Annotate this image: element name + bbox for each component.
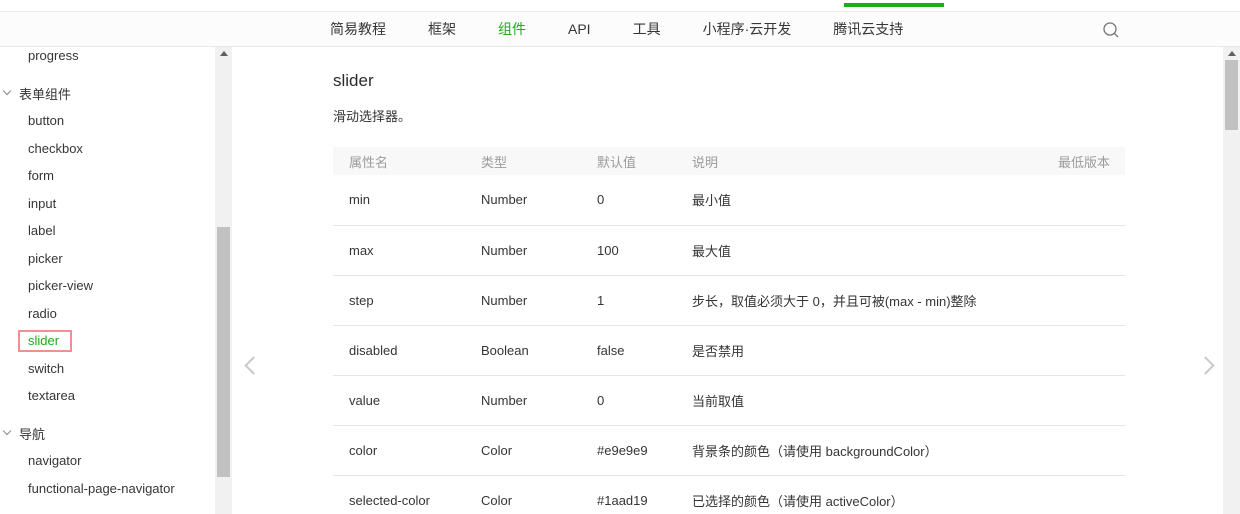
table-row: min Number 0 最小值 [333, 175, 1125, 226]
attr-version [1024, 325, 1125, 376]
app-window: 简易教程 框架 组件 API 工具 小程序·云开发 腾讯云支持 progress… [0, 0, 1240, 514]
progress-loading-bar [844, 3, 944, 7]
attr-version [1024, 475, 1125, 514]
attr-type: Color [465, 425, 581, 476]
sidebar-item-label[interactable]: label [0, 217, 215, 245]
attr-default: 0 [581, 375, 676, 426]
attr-name: max [333, 225, 465, 276]
attr-version [1024, 375, 1125, 426]
scroll-up-arrow-icon[interactable] [1227, 51, 1236, 56]
attr-type: Number [465, 275, 581, 326]
attr-name: value [333, 375, 465, 426]
sidebar-scrollbar-thumb[interactable] [217, 227, 230, 477]
chevron-down-icon [2, 87, 12, 96]
sidebar-item-picker-view[interactable]: picker-view [0, 272, 215, 300]
scroll-up-arrow-icon[interactable] [219, 51, 228, 56]
sidebar-item-input[interactable]: input [0, 190, 215, 218]
page-scrollbar-thumb[interactable] [1225, 60, 1238, 130]
attr-default: 1 [581, 275, 676, 326]
table-row: selected-color Color #1aad19 已选择的颜色（请使用 … [333, 475, 1125, 514]
attr-default: #1aad19 [597, 492, 648, 508]
page-title: slider [333, 71, 374, 90]
table-row: max Number 100 最大值 [333, 225, 1125, 276]
attr-type: Color [481, 492, 513, 508]
doc-content: slider 滑动选择器。 属性名 类型 默认值 说明 最低版本 min Num… [333, 47, 1125, 514]
nav-menu: 简易教程 框架 组件 API 工具 小程序·云开发 腾讯云支持 [330, 12, 903, 46]
nav-item-cloud[interactable]: 小程序·云开发 [703, 19, 792, 39]
sidebar-list: progress 表单组件 button checkbox form input… [0, 47, 215, 502]
nav-item-tools[interactable]: 工具 [633, 19, 661, 39]
attr-version [1024, 225, 1125, 276]
sidebar-item-textarea[interactable]: textarea [0, 382, 215, 410]
col-header-version: 最低版本 [1024, 147, 1125, 175]
next-page-arrow[interactable] [1196, 356, 1218, 376]
sidebar-item-functional-page-navigator[interactable]: functional-page-navigator [0, 475, 215, 503]
table-row: color Color #e9e9e9 背景条的颜色（请使用 backgroun… [333, 425, 1125, 476]
attr-version [1024, 425, 1125, 476]
browser-top-strip [0, 0, 1240, 11]
attr-name: color [333, 425, 465, 476]
col-header-desc: 说明 [676, 147, 1024, 175]
attr-type: Number [465, 375, 581, 426]
sidebar-scrollbar[interactable] [215, 47, 232, 514]
table-row: value Number 0 当前取值 [333, 375, 1125, 426]
attr-version [1024, 275, 1125, 326]
sidebar-item-progress[interactable]: progress [0, 47, 215, 70]
page-scrollbar[interactable] [1223, 47, 1240, 514]
attributes-table: 属性名 类型 默认值 说明 最低版本 min Number 0 最小值 max … [333, 147, 1125, 514]
col-header-name: 属性名 [333, 147, 465, 175]
attr-desc: 最大值 [676, 225, 1024, 276]
attr-name: selected-color [349, 492, 430, 508]
sidebar-item-checkbox[interactable]: checkbox [0, 135, 215, 163]
attr-type: Boolean [465, 325, 581, 376]
nav-item-framework[interactable]: 框架 [428, 19, 456, 39]
attr-desc: 是否禁用 [676, 325, 1024, 376]
sidebar-item-switch[interactable]: switch [0, 355, 215, 383]
sidebar-section-form-components[interactable]: 表单组件 [0, 80, 215, 108]
active-item-highlight-box: slider [18, 329, 73, 352]
sidebar-item-navigator[interactable]: navigator [0, 447, 215, 475]
chevron-down-icon [2, 427, 12, 436]
attr-default: 100 [581, 225, 676, 276]
col-header-type: 类型 [465, 147, 581, 175]
nav-item-components[interactable]: 组件 [498, 19, 526, 39]
sidebar-item-picker[interactable]: picker [0, 245, 215, 273]
table-header: 属性名 类型 默认值 说明 最低版本 [333, 147, 1125, 175]
attr-name: min [333, 175, 465, 226]
nav-item-tencent-cloud[interactable]: 腾讯云支持 [833, 19, 903, 39]
attr-type: Number [465, 225, 581, 276]
attr-desc: 当前取值 [676, 375, 1024, 426]
component-description: 滑动选择器。 [333, 109, 412, 124]
sidebar-nav: progress 表单组件 button checkbox form input… [0, 47, 215, 514]
sidebar-item-button[interactable]: button [0, 107, 215, 135]
attr-default: 0 [581, 175, 676, 226]
chevron-left-icon [244, 356, 263, 375]
attr-desc: 已选择的颜色（请使用 activeColor） [692, 493, 904, 509]
attr-desc: 最小值 [676, 175, 1024, 226]
table-row: step Number 1 步长，取值必须大于 0，并且可被(max - min… [333, 275, 1125, 326]
chevron-right-icon [1196, 356, 1215, 375]
attr-default: false [581, 325, 676, 376]
nav-item-tutorial[interactable]: 简易教程 [330, 19, 386, 39]
attr-desc: 步长，取值必须大于 0，并且可被(max - min)整除 [676, 275, 1024, 326]
top-navbar: 简易教程 框架 组件 API 工具 小程序·云开发 腾讯云支持 [0, 11, 1240, 47]
col-header-default: 默认值 [581, 147, 676, 175]
page-body: progress 表单组件 button checkbox form input… [0, 47, 1240, 514]
attr-version [1024, 175, 1125, 226]
table-row: disabled Boolean false 是否禁用 [333, 325, 1125, 376]
attr-name: step [333, 275, 465, 326]
attr-default: #e9e9e9 [581, 425, 676, 476]
attr-type: Number [465, 175, 581, 226]
sidebar-item-radio[interactable]: radio [0, 300, 215, 328]
sidebar-item-slider[interactable]: slider [0, 327, 215, 355]
sidebar-item-form[interactable]: form [0, 162, 215, 190]
attr-desc: 背景条的颜色（请使用 backgroundColor） [676, 425, 1024, 476]
search-icon[interactable] [1101, 20, 1121, 40]
prev-page-arrow[interactable] [242, 356, 263, 376]
nav-item-api[interactable]: API [568, 21, 591, 37]
sidebar-section-navigation[interactable]: 导航 [0, 420, 215, 448]
attr-name: disabled [333, 325, 465, 376]
